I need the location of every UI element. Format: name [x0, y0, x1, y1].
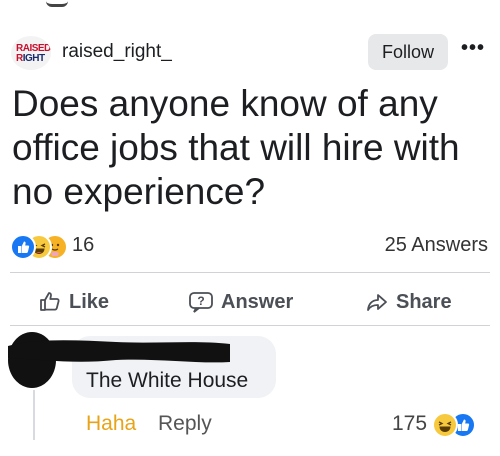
post-question: Does anyone know of any office jobs that… — [12, 83, 460, 212]
reaction-count: 16 — [72, 234, 95, 256]
answer-label: Answer — [221, 290, 294, 313]
answer-button[interactable]: ? Answer — [188, 286, 293, 318]
like-icon — [10, 234, 36, 260]
svg-text:?: ? — [197, 294, 204, 308]
share-label: Share — [396, 290, 452, 313]
logo-text-line2: RIGHT — [16, 53, 45, 64]
post-header: RAISED RIGHT raised_right_ Follow ••• — [0, 30, 500, 74]
like-label: Like — [69, 290, 110, 313]
reply-link[interactable]: Reply — [158, 412, 212, 436]
comment-reaction-count[interactable]: 175 — [392, 412, 427, 436]
cropped-previous-post-edge — [46, 0, 68, 7]
question-bubble-icon: ? — [189, 292, 213, 313]
haha-reaction-link[interactable]: Haha — [86, 412, 136, 436]
username[interactable]: raised_right_ — [62, 41, 172, 63]
thread-line — [33, 390, 35, 440]
raised-right-logo[interactable]: RAISED RIGHT — [11, 36, 51, 70]
follow-button[interactable]: Follow — [368, 34, 448, 70]
like-button[interactable]: Like — [38, 286, 109, 318]
thumbs-up-icon — [40, 292, 60, 311]
share-button[interactable]: Share — [365, 286, 452, 318]
logo-text-ight: IGHT — [22, 53, 45, 64]
share-arrow-icon — [367, 294, 387, 311]
haha-icon — [432, 412, 458, 438]
divider-top — [10, 272, 490, 273]
divider-bottom — [10, 325, 490, 326]
redacted-commenter-name — [8, 340, 230, 363]
more-options-icon[interactable]: ••• — [458, 38, 488, 66]
logo-text-r: R — [16, 53, 23, 64]
comment-text: The White House — [86, 369, 249, 392]
answers-count[interactable]: 25 Answers — [385, 234, 488, 257]
